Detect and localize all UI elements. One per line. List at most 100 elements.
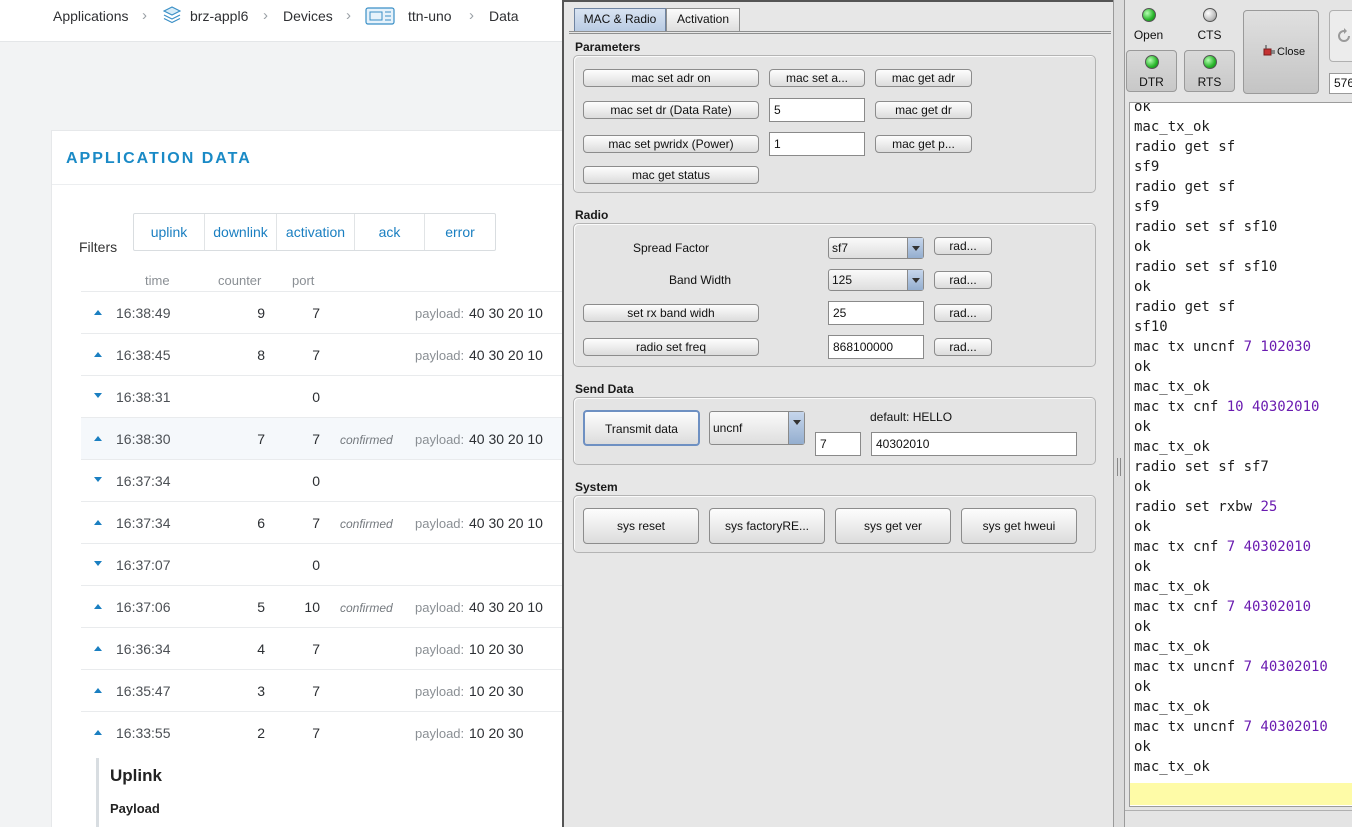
radio-get-sf-button[interactable]: rad... <box>934 237 992 255</box>
breadcrumb: Applications › brz-appl6 › Devices › ttn… <box>0 0 562 42</box>
chevron-down-icon[interactable] <box>907 270 923 290</box>
table-row[interactable]: 16:35:47 3 7 payload: 10 20 30 <box>81 669 562 711</box>
radio-get-freq-button[interactable]: rad... <box>934 338 992 356</box>
terminal-line: mac tx uncnf 7 102030 <box>1134 337 1352 357</box>
uplink-arrow-icon[interactable] <box>93 601 103 611</box>
mac-set-pwridx-button[interactable]: mac set pwridx (Power) <box>583 135 759 153</box>
filter-error-button[interactable]: error <box>425 214 495 250</box>
terminal-line: ok <box>1134 737 1352 757</box>
radio-get-rxbw-button[interactable]: rad... <box>934 304 992 322</box>
terminal-line: mac_tx_ok <box>1134 117 1352 137</box>
frequency-field[interactable]: 868100000 <box>828 335 924 359</box>
terminal-input-line[interactable] <box>1130 783 1352 805</box>
mac-get-dr-button[interactable]: mac get dr <box>875 101 972 119</box>
mac-get-adr-button[interactable]: mac get adr <box>875 69 972 87</box>
tx-port-field[interactable]: 7 <box>815 432 861 456</box>
device-icon <box>365 7 395 25</box>
radio-get-bw-button[interactable]: rad... <box>934 271 992 289</box>
sys-get-hweui-button[interactable]: sys get hweui <box>961 508 1077 544</box>
sys-reset-button[interactable]: sys reset <box>583 508 699 544</box>
tx-mode-select[interactable]: uncnf <box>709 411 805 445</box>
terminal-number: 7 40302010 <box>1243 659 1328 675</box>
rx-band-width-field[interactable]: 25 <box>828 301 924 325</box>
table-row[interactable]: 16:38:30 7 7 confirmed payload: 40 30 20 10 <box>81 417 562 459</box>
breadcrumb-app-name[interactable]: brz-appl6 <box>190 8 248 24</box>
uplink-arrow-icon[interactable] <box>93 433 103 443</box>
terminal-line: mac_tx_ok <box>1134 437 1352 457</box>
mac-set-a-button[interactable]: mac set a... <box>769 69 865 87</box>
terminal-line: ok <box>1134 677 1352 697</box>
terminal-text: mac tx uncnf <box>1134 659 1244 675</box>
table-row[interactable]: 16:38:49 9 7 payload: 40 30 20 10 <box>81 291 562 333</box>
mac-set-dr-button[interactable]: mac set dr (Data Rate) <box>583 101 759 119</box>
sys-factory-reset-button[interactable]: sys factoryRE... <box>709 508 825 544</box>
downlink-arrow-icon[interactable] <box>93 559 103 569</box>
mac-get-power-button[interactable]: mac get p... <box>875 135 972 153</box>
splitter-grip-icon[interactable] <box>1117 458 1121 476</box>
power-index-field[interactable]: 1 <box>769 132 865 156</box>
table-row[interactable]: 16:37:34 6 7 confirmed payload: 40 30 20 10 <box>81 501 562 543</box>
tx-payload-field[interactable]: 40302010 <box>871 432 1077 456</box>
table-row[interactable]: 16:38:45 8 7 payload: 40 30 20 10 <box>81 333 562 375</box>
table-row[interactable]: 16:38:31 0 <box>81 375 562 417</box>
breadcrumb-device-name[interactable]: ttn-uno <box>408 8 452 24</box>
terminal-text: mac tx cnf <box>1134 539 1227 555</box>
uplink-arrow-icon[interactable] <box>93 349 103 359</box>
radio-set-freq-button[interactable]: radio set freq <box>583 338 759 356</box>
breadcrumb-devices[interactable]: Devices <box>283 8 333 24</box>
terminal-line: mac tx cnf 7 40302010 <box>1134 537 1352 557</box>
table-row[interactable]: 16:37:34 0 <box>81 459 562 501</box>
dtr-indicator[interactable]: DTR <box>1130 55 1173 89</box>
table-row[interactable]: 16:36:34 4 7 payload: 10 20 30 <box>81 627 562 669</box>
spread-factor-select[interactable]: sf7 <box>828 237 924 259</box>
terminal-text: mac_tx_ok <box>1134 119 1210 135</box>
filter-ack-button[interactable]: ack <box>355 214 425 250</box>
downlink-arrow-icon[interactable] <box>93 475 103 485</box>
terminal-text: ok <box>1134 739 1151 755</box>
table-row[interactable]: 16:37:07 0 <box>81 543 562 585</box>
uplink-arrow-icon[interactable] <box>93 643 103 653</box>
filter-activation-button[interactable]: activation <box>277 214 355 250</box>
table-row[interactable]: 16:33:55 2 7 payload: 10 20 30 <box>81 711 562 753</box>
terminal-text: sf9 <box>1134 199 1160 215</box>
row-payload-label: payload: <box>415 306 465 321</box>
baud-rate-field[interactable]: 576 <box>1329 73 1352 94</box>
close-label: Close <box>1277 46 1306 58</box>
chevron-down-icon[interactable] <box>788 412 804 444</box>
data-rate-field[interactable]: 5 <box>769 98 865 122</box>
terminal-text: sf10 <box>1134 319 1168 335</box>
uplink-arrow-icon[interactable] <box>93 685 103 695</box>
split-pane-divider[interactable] <box>1113 0 1125 827</box>
rts-indicator[interactable]: RTS <box>1188 55 1231 89</box>
detail-accent-bar <box>96 758 99 827</box>
row-payload-label: payload: <box>415 432 465 447</box>
filter-uplink-button[interactable]: uplink <box>134 214 205 250</box>
chevron-right-icon: › <box>469 7 474 24</box>
chevron-down-icon[interactable] <box>907 238 923 258</box>
refresh-ports-button[interactable] <box>1329 10 1352 62</box>
terminal-number: 7 40302010 <box>1226 539 1312 555</box>
led-green-icon <box>1144 55 1159 69</box>
uplink-arrow-icon[interactable] <box>93 517 103 527</box>
set-rx-band-width-button[interactable]: set rx band widh <box>583 304 759 322</box>
mac-set-adr-on-button[interactable]: mac set adr on <box>583 69 759 87</box>
row-counter: 8 <box>257 347 265 363</box>
breadcrumb-applications[interactable]: Applications <box>53 8 129 24</box>
terminal-text: mac tx cnf <box>1134 399 1227 415</box>
mac-get-status-button[interactable]: mac get status <box>583 166 759 184</box>
terminal-line: mac_tx_ok <box>1134 697 1352 717</box>
close-port-button[interactable]: Close <box>1243 10 1319 94</box>
filter-downlink-button[interactable]: downlink <box>205 214 277 250</box>
transmit-data-button[interactable]: Transmit data <box>583 410 700 446</box>
band-width-select[interactable]: 125 <box>828 269 924 291</box>
uplink-arrow-icon[interactable] <box>93 307 103 317</box>
tab-mac-radio[interactable]: MAC & Radio <box>574 8 666 31</box>
downlink-arrow-icon[interactable] <box>93 391 103 401</box>
sys-get-ver-button[interactable]: sys get ver <box>835 508 951 544</box>
terminal-output[interactable]: ok mac_tx_ok radio get sf sf9 radio get sf sf… <box>1129 102 1352 807</box>
horizontal-scrollbar[interactable] <box>1125 810 1352 827</box>
tab-activation[interactable]: Activation <box>666 8 740 31</box>
breadcrumb-data[interactable]: Data <box>489 8 519 24</box>
table-row[interactable]: 16:37:06 5 10 confirmed payload: 40 30 20 10 <box>81 585 562 627</box>
uplink-arrow-icon[interactable] <box>93 727 103 737</box>
